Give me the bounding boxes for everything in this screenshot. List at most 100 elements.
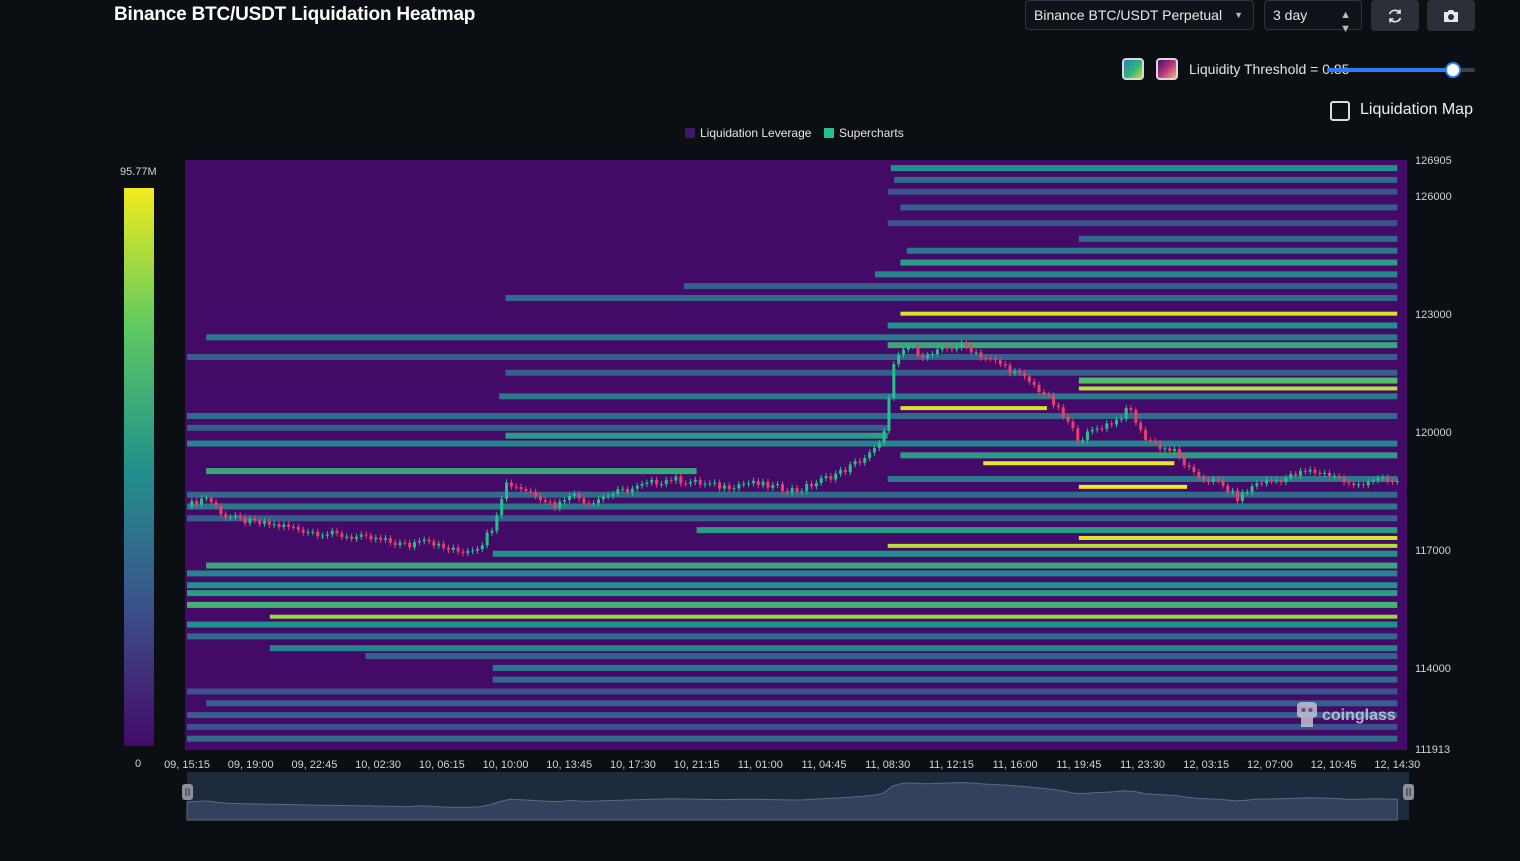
candle-body xyxy=(190,501,194,507)
candle-body xyxy=(621,488,625,490)
candle-body xyxy=(1173,449,1177,451)
candle-body xyxy=(427,539,431,542)
candle-body xyxy=(1037,384,1041,393)
candle-body xyxy=(340,533,344,538)
candle-body xyxy=(722,485,726,489)
candle-body xyxy=(592,503,596,505)
candle-body xyxy=(1018,370,1022,373)
candle-body xyxy=(1274,479,1278,481)
candle-body xyxy=(432,541,436,546)
liquidity-band xyxy=(1078,484,1188,489)
candle-body xyxy=(810,483,814,487)
candle-body xyxy=(1052,395,1056,406)
candle-body xyxy=(1289,474,1293,478)
liquidity-band xyxy=(900,259,1398,266)
liquidity-band xyxy=(492,550,1398,557)
candle-body xyxy=(461,551,465,554)
liquidity-band xyxy=(1078,535,1398,540)
liquidity-band xyxy=(874,271,1398,278)
candle-body xyxy=(756,480,760,486)
liquidity-band xyxy=(983,461,1175,466)
candle-body xyxy=(359,534,363,537)
navigator-right-handle[interactable] xyxy=(1403,784,1414,800)
candle-body xyxy=(887,397,891,431)
candle-body xyxy=(872,448,876,453)
candle-body xyxy=(204,497,208,499)
y-tick-label: 126905 xyxy=(1415,155,1452,167)
liquidity-band xyxy=(187,412,1398,419)
candle-body xyxy=(475,548,479,551)
candle-body xyxy=(243,517,247,524)
candle-body xyxy=(814,482,818,487)
x-tick-label: 10, 02:30 xyxy=(355,759,401,771)
candle-body xyxy=(737,484,741,489)
candle-body xyxy=(335,530,339,534)
candle-body xyxy=(776,484,780,486)
y-axis: 126905 126000 123000 120000 117000 11400… xyxy=(1415,155,1452,756)
candle-body xyxy=(824,476,828,479)
liquidity-band xyxy=(900,204,1398,211)
liquidity-band xyxy=(206,468,697,475)
candle-body xyxy=(945,347,949,349)
liquidity-band xyxy=(269,645,1398,652)
x-tick-label: 10, 06:15 xyxy=(419,759,465,771)
candle-body xyxy=(408,542,412,548)
candle-body xyxy=(664,480,668,485)
candle-body xyxy=(1328,472,1332,477)
candle-body xyxy=(897,354,901,365)
liquidity-band xyxy=(187,735,1398,742)
candle-body xyxy=(364,534,368,536)
candle-body xyxy=(296,527,300,530)
candle-body xyxy=(1361,484,1365,486)
x-tick-label: 11, 12:15 xyxy=(929,759,974,771)
candle-body xyxy=(1119,418,1123,420)
candle-body xyxy=(950,348,954,350)
x-tick-label: 12, 03:15 xyxy=(1183,759,1229,771)
liquidity-band xyxy=(906,247,1398,254)
candle-body xyxy=(577,493,581,499)
liquidity-band xyxy=(887,220,1398,227)
liquidity-band xyxy=(187,503,1398,510)
candle-body xyxy=(1236,490,1240,501)
candle-body xyxy=(611,493,615,496)
candle-body xyxy=(200,498,204,505)
candle-body xyxy=(519,487,523,490)
candle-body xyxy=(921,355,925,359)
candle-body xyxy=(325,534,329,536)
candle-body xyxy=(572,493,576,497)
liquidity-band xyxy=(696,527,1398,534)
candle-body xyxy=(1003,363,1007,366)
candle-body xyxy=(669,480,673,482)
navigator-left-handle[interactable] xyxy=(182,784,193,800)
candle-body xyxy=(543,499,547,502)
candle-body xyxy=(451,547,455,550)
candle-body xyxy=(567,496,571,500)
liquidation-heatmap-chart[interactable]: 95.77M 0 126905 126000 123000 120000 117… xyxy=(0,0,1520,861)
candle-body xyxy=(1284,477,1288,483)
candle-body xyxy=(989,358,993,360)
candle-body xyxy=(1371,480,1375,482)
candle-body xyxy=(248,518,252,524)
liquidity-band xyxy=(505,369,1398,376)
x-tick-label: 11, 08:30 xyxy=(865,759,910,771)
candle-body xyxy=(209,497,213,503)
candle-body xyxy=(1303,470,1307,472)
liquidity-band xyxy=(894,176,1398,183)
x-tick-label: 11, 23:30 xyxy=(1120,759,1165,771)
candle-body xyxy=(984,357,988,359)
candle-body xyxy=(843,469,847,473)
y-tick-label: 120000 xyxy=(1415,427,1452,439)
candle-body xyxy=(877,442,881,449)
candle-body xyxy=(698,479,702,485)
candle-body xyxy=(771,484,775,488)
candle-body xyxy=(354,536,358,539)
candle-body xyxy=(374,537,378,540)
candle-body xyxy=(650,479,654,483)
candle-body xyxy=(606,495,610,497)
candle-body xyxy=(1153,440,1157,443)
candle-body xyxy=(834,473,838,480)
candle-body xyxy=(766,481,770,488)
candle-body xyxy=(761,481,765,486)
candle-body xyxy=(1352,483,1356,485)
liquidity-band xyxy=(492,664,1398,671)
